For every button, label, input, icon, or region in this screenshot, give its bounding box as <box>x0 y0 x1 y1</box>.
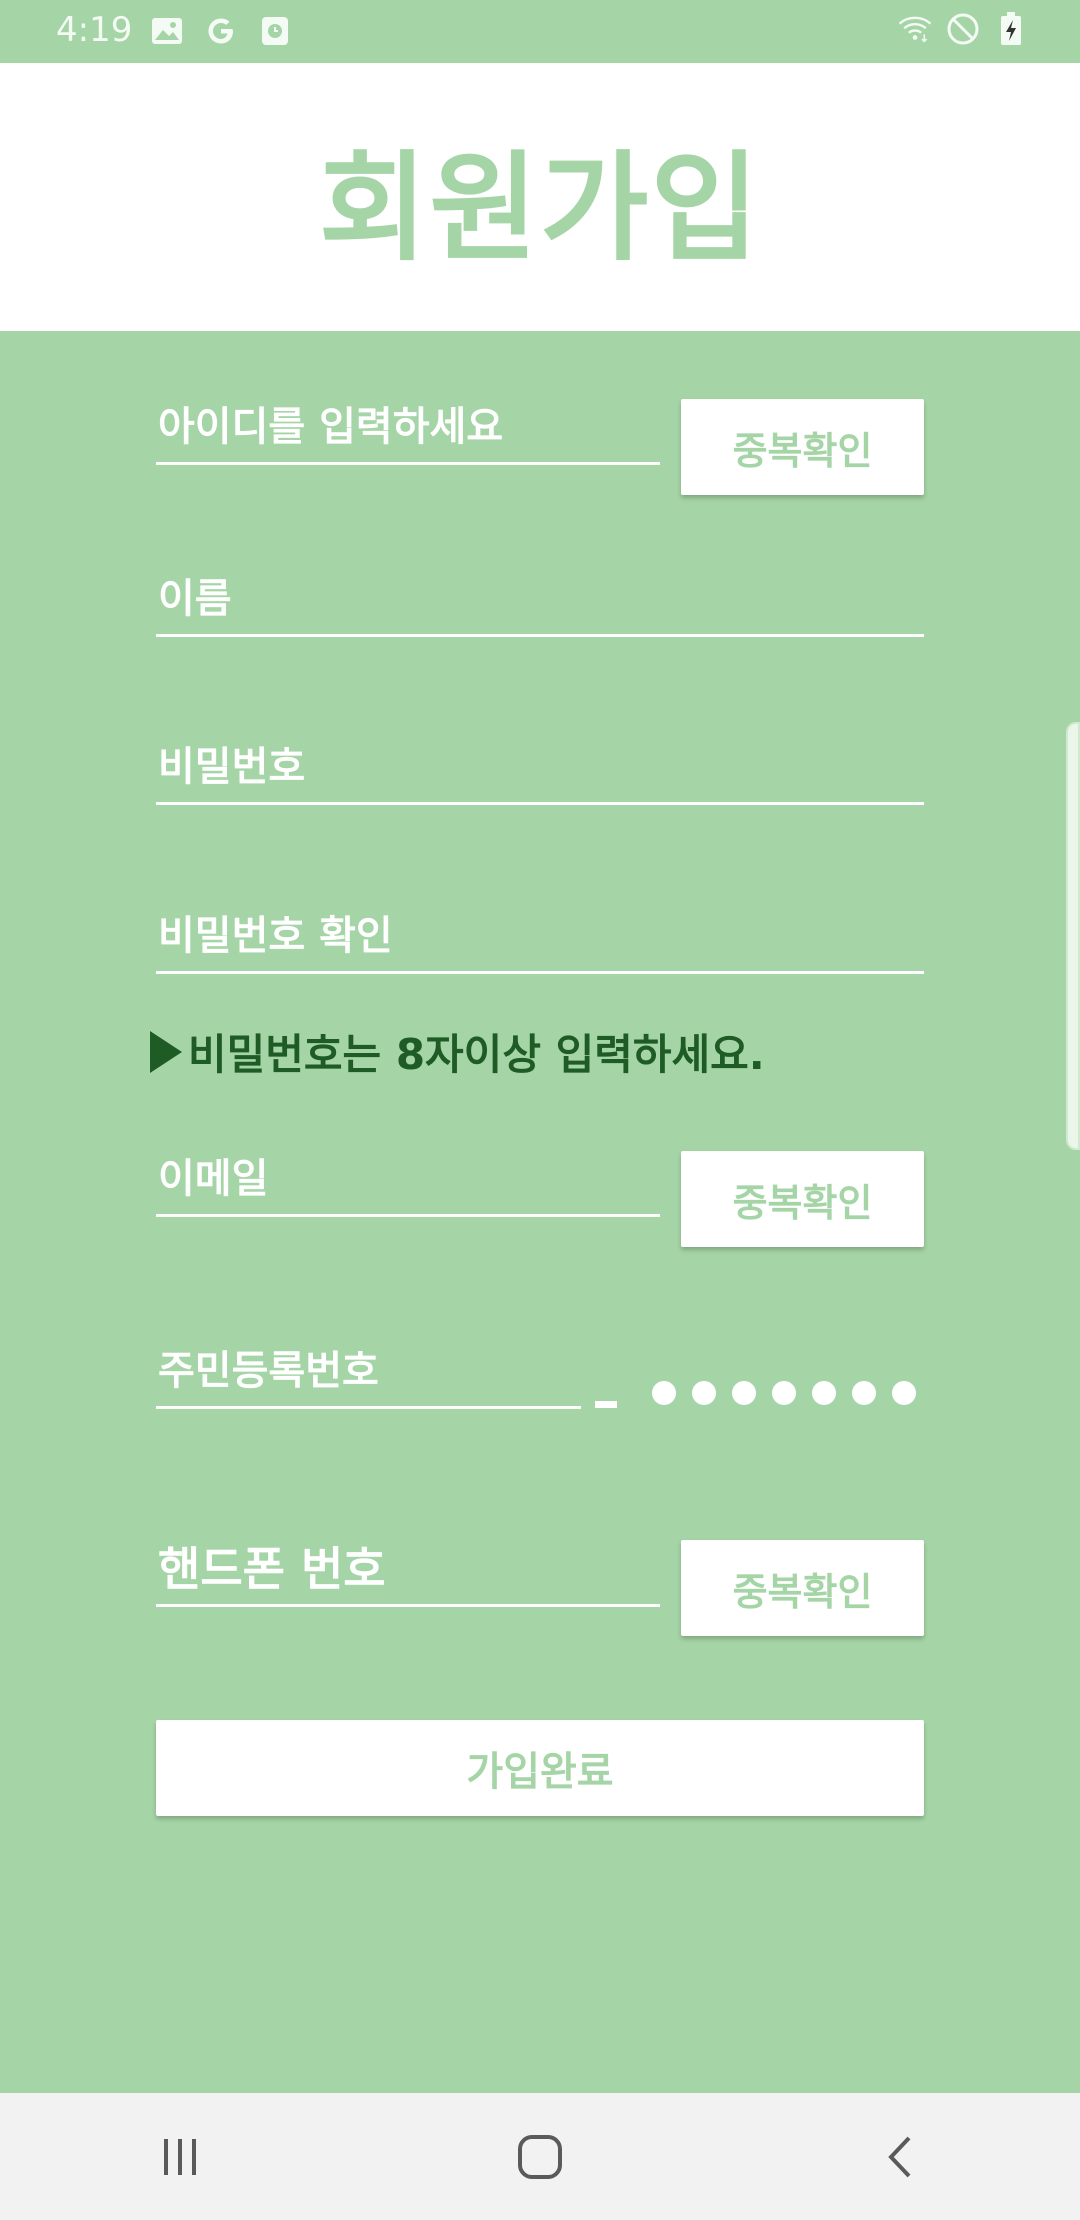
name-input[interactable] <box>156 567 924 631</box>
masked-digit-dot <box>852 1381 876 1405</box>
status-right-icons <box>898 12 1028 46</box>
email-input[interactable] <box>156 1147 660 1211</box>
home-icon[interactable] <box>500 2117 580 2197</box>
rrn-dash <box>595 1401 617 1408</box>
id-duplicate-check-button[interactable]: 중복확인 <box>681 399 924 495</box>
status-bar: 4:19 <box>0 0 1080 63</box>
header: 회원가입 <box>0 63 1080 331</box>
id-field-container <box>156 395 660 465</box>
id-input[interactable] <box>156 395 660 459</box>
nav-bar <box>0 2093 1080 2220</box>
edge-panel-handle[interactable] <box>1066 722 1080 1150</box>
rrn-masked-digits <box>652 1381 916 1405</box>
back-icon[interactable] <box>860 2117 940 2197</box>
password-hint: 비밀번호는 8자이상 입력하세요. <box>150 1021 765 1082</box>
signup-form: 중복확인 비밀번호는 8자이상 입력하세요. 중복확인 중복확인 가입완료 <box>0 331 1080 2093</box>
email-field-container <box>156 1147 660 1217</box>
triangle-arrow-icon <box>150 1030 182 1073</box>
masked-digit-dot <box>772 1381 796 1405</box>
masked-digit-dot <box>812 1381 836 1405</box>
masked-digit-dot <box>692 1381 716 1405</box>
password-confirm-field-container <box>156 904 924 974</box>
rrn-input[interactable] <box>156 1339 581 1403</box>
do-not-disturb-icon <box>946 12 980 46</box>
name-field-container <box>156 567 924 637</box>
status-left-icons <box>150 14 292 48</box>
recent-apps-icon[interactable] <box>140 2117 220 2197</box>
masked-digit-dot <box>732 1381 756 1405</box>
image-icon <box>150 14 184 48</box>
masked-digit-dot <box>652 1381 676 1405</box>
password-confirm-input[interactable] <box>156 904 924 968</box>
page-title: 회원가입 <box>318 138 762 277</box>
phone-field-container <box>156 1537 660 1607</box>
google-icon <box>204 14 238 48</box>
wifi-icon <box>898 12 932 46</box>
masked-digit-dot <box>892 1381 916 1405</box>
rrn-field-container <box>156 1339 581 1409</box>
password-hint-text: 비밀번호는 8자이상 입력하세요. <box>188 1030 765 1079</box>
signup-complete-button[interactable]: 가입완료 <box>156 1720 924 1816</box>
password-field-container <box>156 735 924 805</box>
email-duplicate-check-button[interactable]: 중복확인 <box>681 1151 924 1247</box>
status-time: 4:19 <box>56 10 133 50</box>
password-input[interactable] <box>156 735 924 799</box>
clock-app-icon <box>258 14 292 48</box>
phone-input[interactable] <box>156 1537 660 1601</box>
phone-duplicate-check-button[interactable]: 중복확인 <box>681 1540 924 1636</box>
battery-charging-icon <box>994 12 1028 46</box>
